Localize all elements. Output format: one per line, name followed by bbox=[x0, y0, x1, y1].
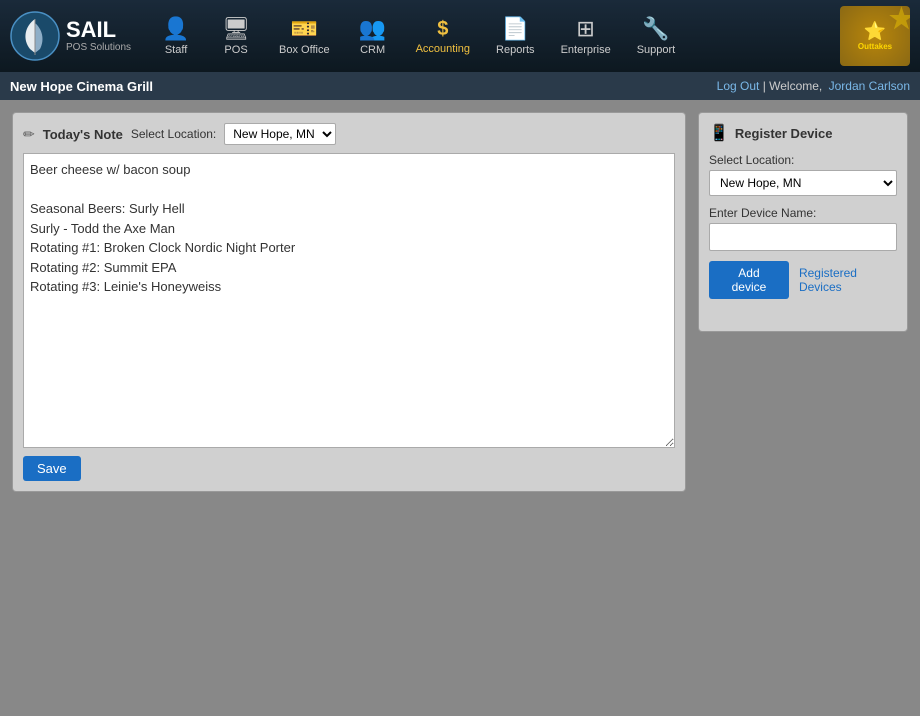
accounting-icon: $ bbox=[437, 18, 448, 41]
register-device-panel: 📱 Register Device Select Location: New H… bbox=[698, 112, 908, 332]
reports-icon: 📄 bbox=[502, 16, 529, 42]
outtakes-badge: ⭐ Outtakes bbox=[840, 6, 910, 66]
nav-crm[interactable]: 👥 CRM bbox=[348, 12, 398, 60]
device-name-input[interactable] bbox=[709, 223, 897, 251]
user-info: Log Out | Welcome, Jordan Carlson bbox=[717, 79, 910, 93]
location-name: New Hope Cinema Grill bbox=[10, 79, 153, 94]
add-device-button[interactable]: Add device bbox=[709, 261, 789, 299]
staff-icon: 👤 bbox=[162, 16, 189, 42]
register-location-select[interactable]: New Hope, MN bbox=[709, 170, 897, 196]
crm-icon: 👥 bbox=[359, 16, 386, 42]
note-location-label: Select Location: bbox=[131, 127, 216, 141]
register-location-label: Select Location: bbox=[709, 153, 897, 167]
nav-boxoffice[interactable]: 🎫 Box Office bbox=[271, 12, 338, 60]
note-location-select[interactable]: New Hope, MN bbox=[224, 123, 336, 145]
brand-text: SAIL POS Solutions bbox=[66, 19, 131, 53]
note-textarea[interactable]: Beer cheese w/ bacon soup Seasonal Beers… bbox=[23, 153, 675, 448]
device-name-label: Enter Device Name: bbox=[709, 206, 897, 220]
register-actions: Add device Registered Devices bbox=[709, 261, 897, 299]
nav-support[interactable]: 🔧 Support bbox=[629, 12, 684, 60]
nav-enterprise[interactable]: ⊞ Enterprise bbox=[553, 12, 619, 60]
username-text: Jordan Carlson bbox=[829, 79, 910, 93]
nav-pos[interactable]: 🖥 POS bbox=[211, 12, 261, 60]
main-content: ✏ Today's Note Select Location: New Hope… bbox=[0, 100, 920, 716]
register-header: 📱 Register Device bbox=[709, 123, 897, 143]
register-location-group: Select Location: New Hope, MN bbox=[709, 153, 897, 196]
support-icon: 🔧 bbox=[642, 16, 669, 42]
note-title: Today's Note bbox=[43, 127, 123, 142]
save-button[interactable]: Save bbox=[23, 456, 81, 481]
subheader: New Hope Cinema Grill Log Out | Welcome,… bbox=[0, 72, 920, 100]
header-right: ⭐ Outtakes bbox=[840, 6, 910, 66]
pos-icon: 🖥 bbox=[222, 16, 250, 42]
nav-accounting[interactable]: $ Accounting bbox=[408, 14, 478, 59]
note-header: ✏ Today's Note Select Location: New Hope… bbox=[23, 123, 675, 145]
enterprise-icon: ⊞ bbox=[576, 16, 594, 42]
register-title: Register Device bbox=[735, 126, 833, 141]
edit-icon: ✏ bbox=[23, 126, 35, 143]
welcome-text: Welcome, bbox=[769, 79, 822, 93]
nav-reports[interactable]: 📄 Reports bbox=[488, 12, 543, 60]
logo-area: SAIL POS Solutions bbox=[10, 11, 131, 61]
boxoffice-icon: 🎫 bbox=[291, 16, 318, 42]
brand-name: SAIL bbox=[66, 19, 131, 41]
note-panel: ✏ Today's Note Select Location: New Hope… bbox=[12, 112, 686, 492]
nav-staff[interactable]: 👤 Staff bbox=[151, 12, 201, 60]
device-name-group: Enter Device Name: bbox=[709, 206, 897, 251]
device-icon: 📱 bbox=[709, 123, 729, 143]
logout-link[interactable]: Log Out bbox=[717, 79, 760, 93]
brand-sub: POS Solutions bbox=[66, 43, 131, 53]
registered-devices-link[interactable]: Registered Devices bbox=[799, 266, 897, 294]
sail-logo bbox=[10, 11, 60, 61]
header: SAIL POS Solutions 👤 Staff 🖥 POS 🎫 Box O… bbox=[0, 0, 920, 72]
